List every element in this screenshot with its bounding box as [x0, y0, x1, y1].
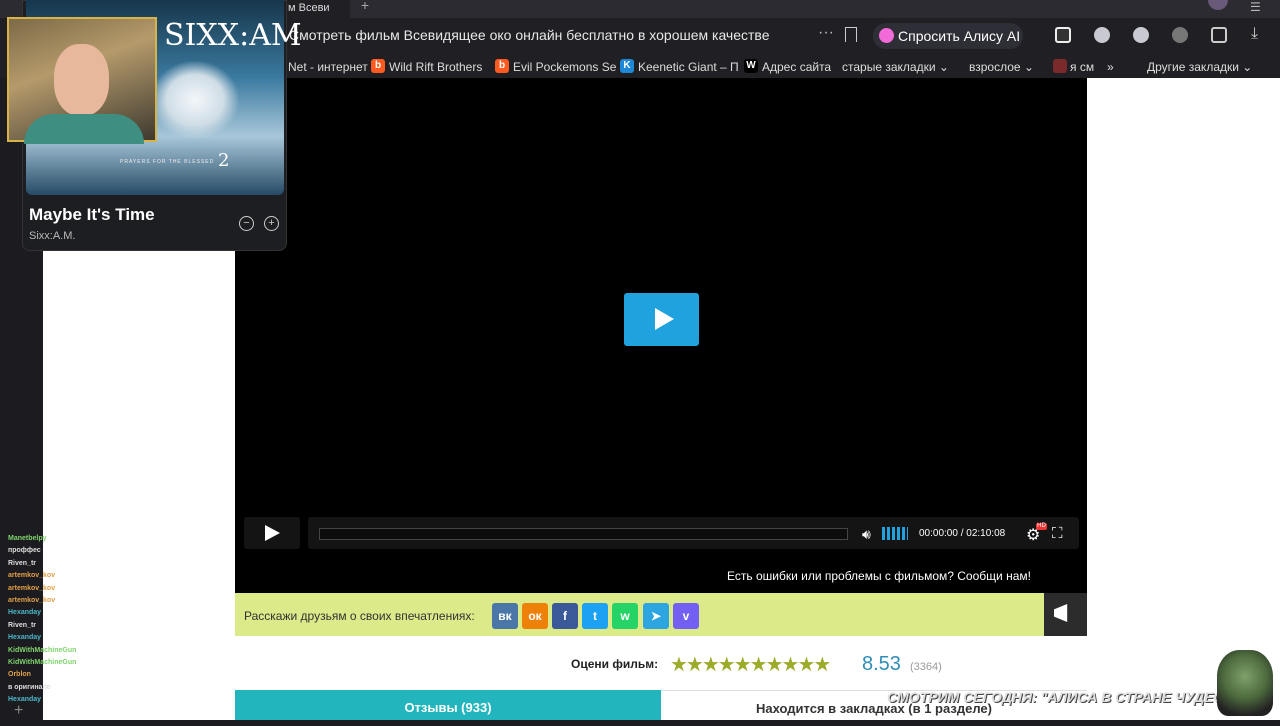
bookmark-folder[interactable]: старые закладки ⌄: [842, 60, 949, 74]
chat-message: artemkov_kov: [8, 597, 55, 604]
mascot-image: [1217, 650, 1273, 716]
chat-message: artemkov_kov: [8, 585, 55, 592]
play-icon: [655, 308, 674, 330]
whatsapp-share-button[interactable]: w: [612, 603, 638, 629]
song-artist: Sixx:A.M.: [29, 230, 76, 242]
telegram-share-button[interactable]: ➤: [643, 603, 669, 629]
vk-share-button[interactable]: вк: [492, 603, 518, 629]
chat-message: artemkov_kov: [8, 572, 55, 579]
collections-icon[interactable]: [1211, 27, 1227, 43]
plus-icon[interactable]: +: [264, 216, 279, 231]
bookmark-item[interactable]: я см: [1070, 60, 1094, 74]
chat-username: Manetbelpy: [8, 535, 47, 542]
chat-message: Hexanday: [8, 696, 41, 703]
minus-icon[interactable]: −: [239, 216, 254, 231]
report-link[interactable]: Есть ошибки или проблемы с фильмом? Сооб…: [727, 569, 1031, 583]
twitter-share-button[interactable]: t: [582, 603, 608, 629]
add-icon[interactable]: +: [14, 702, 23, 720]
chat-username: проффес: [8, 547, 41, 555]
rating-score: 8.53: [862, 653, 901, 675]
chat-username: в оригинале: [8, 683, 51, 691]
stream-banner: СМОТРИМ СЕГОДНЯ: "АЛИСА В СТРАНЕ ЧУДЕС": [887, 689, 1231, 705]
bookmark-item[interactable]: Адрес сайта: [762, 60, 831, 74]
chat-username: KidWithMachineGun: [8, 646, 77, 654]
chat-message: Hexanday: [8, 609, 41, 616]
alice-icon: [879, 28, 894, 43]
chat-message: Riven_tr: [8, 560, 36, 567]
chat-username: KidWithMachineGun: [8, 659, 77, 666]
chat-message: KidWithMachineGun: [8, 647, 76, 654]
chat-message: KidWithMachineGun: [8, 659, 76, 666]
bookmark-favicon: b: [495, 59, 509, 73]
chat-username: Hexanday: [8, 696, 42, 704]
bookmark-item[interactable]: Evil Pockemons Se: [513, 60, 616, 74]
album-cloud: [150, 60, 240, 140]
bookmark-icon[interactable]: [845, 27, 857, 42]
bookmark-item[interactable]: Wild Rift Brothers: [389, 60, 482, 74]
chat-username: Orblon: [8, 671, 31, 679]
webcam-overlay: [7, 17, 157, 144]
chat-username: artemkov_kov: [8, 572, 56, 580]
rating-label: Оцени фильм:: [571, 657, 659, 671]
new-tab-button[interactable]: +: [356, 0, 374, 12]
tab-reviews[interactable]: Отзывы (933): [235, 690, 661, 720]
bookmark-favicon: K: [620, 59, 634, 73]
volume-slider[interactable]: [882, 527, 908, 540]
bookmark-favicon: b: [371, 59, 385, 73]
more-icon[interactable]: ···: [818, 24, 834, 42]
chat-message: Hexanday: [8, 634, 41, 641]
chat-username: Riven_tr: [8, 559, 37, 567]
chat-message: проффес: [8, 547, 41, 554]
bookmarks-overflow-icon[interactable]: »: [1107, 60, 1114, 74]
page-title-field[interactable]: Смотреть фильм Всевидящее око онлайн бес…: [289, 27, 769, 43]
song-title: Maybe It's Time: [29, 205, 155, 224]
rating-stars[interactable]: ★★★★★★★★★★: [670, 652, 831, 677]
extension-icon[interactable]: [1172, 27, 1188, 43]
extension-icon[interactable]: [1133, 27, 1149, 43]
chat-username: artemkov_kov: [8, 597, 56, 604]
webcam-face: [54, 44, 109, 116]
chat-message: Orblon: [8, 671, 31, 678]
download-icon[interactable]: ⤓: [1251, 25, 1258, 43]
chat-message: Manetbelpy: [8, 535, 47, 542]
facebook-share-button[interactable]: f: [552, 603, 578, 629]
chat-overlay: Manetbelpy проффес Riven_tr artemkov_kov art…: [8, 535, 238, 715]
bookmark-favicon: [1053, 59, 1067, 73]
tab-active[interactable]: м Всеви: [282, 0, 350, 18]
album-subtitle: PRAYERS FOR THE BLESSED: [120, 159, 215, 165]
chat-message: Riven_tr: [8, 622, 36, 629]
share-label: Расскажи друзьям о своих впечатлениях:: [244, 609, 475, 623]
bookmark-favicon: W: [744, 59, 758, 73]
play-icon: [265, 525, 280, 541]
album-title: SIXX:AM: [164, 18, 302, 53]
chat-username: Hexanday: [8, 609, 42, 617]
chat-message: в оригинале: [8, 684, 51, 691]
fullscreen-icon[interactable]: ⛶: [1052, 525, 1063, 542]
hd-badge: HD: [1036, 523, 1047, 530]
bookmark-folder[interactable]: взрослое ⌄: [969, 60, 1034, 74]
volume-icon[interactable]: 🔊︎: [862, 526, 871, 543]
rating-votes: (3364): [910, 661, 942, 673]
progress-bar[interactable]: [319, 528, 848, 540]
ask-alice-button[interactable]: Спросить Алису AI: [873, 23, 1023, 49]
chat-username: artemkov_kov: [8, 584, 56, 592]
bookmark-item[interactable]: Keenetic Giant – П: [638, 60, 739, 74]
menu-icon[interactable]: ☰: [1250, 0, 1261, 14]
ok-share-button[interactable]: ок: [522, 603, 548, 629]
chat-username: Hexanday: [8, 634, 42, 642]
viber-share-button[interactable]: v: [673, 603, 699, 629]
bookmark-item[interactable]: Net - интернет: [288, 60, 368, 74]
other-bookmarks-folder[interactable]: Другие закладки ⌄: [1147, 60, 1252, 74]
extension-icon[interactable]: [1055, 27, 1071, 43]
webcam-body: [24, 114, 144, 144]
time-display: 00:00:00 / 02:10:08: [919, 528, 1006, 539]
globe-icon[interactable]: [1094, 27, 1110, 43]
chat-username: Riven_tr: [8, 621, 37, 629]
album-volume: 2: [218, 150, 230, 171]
